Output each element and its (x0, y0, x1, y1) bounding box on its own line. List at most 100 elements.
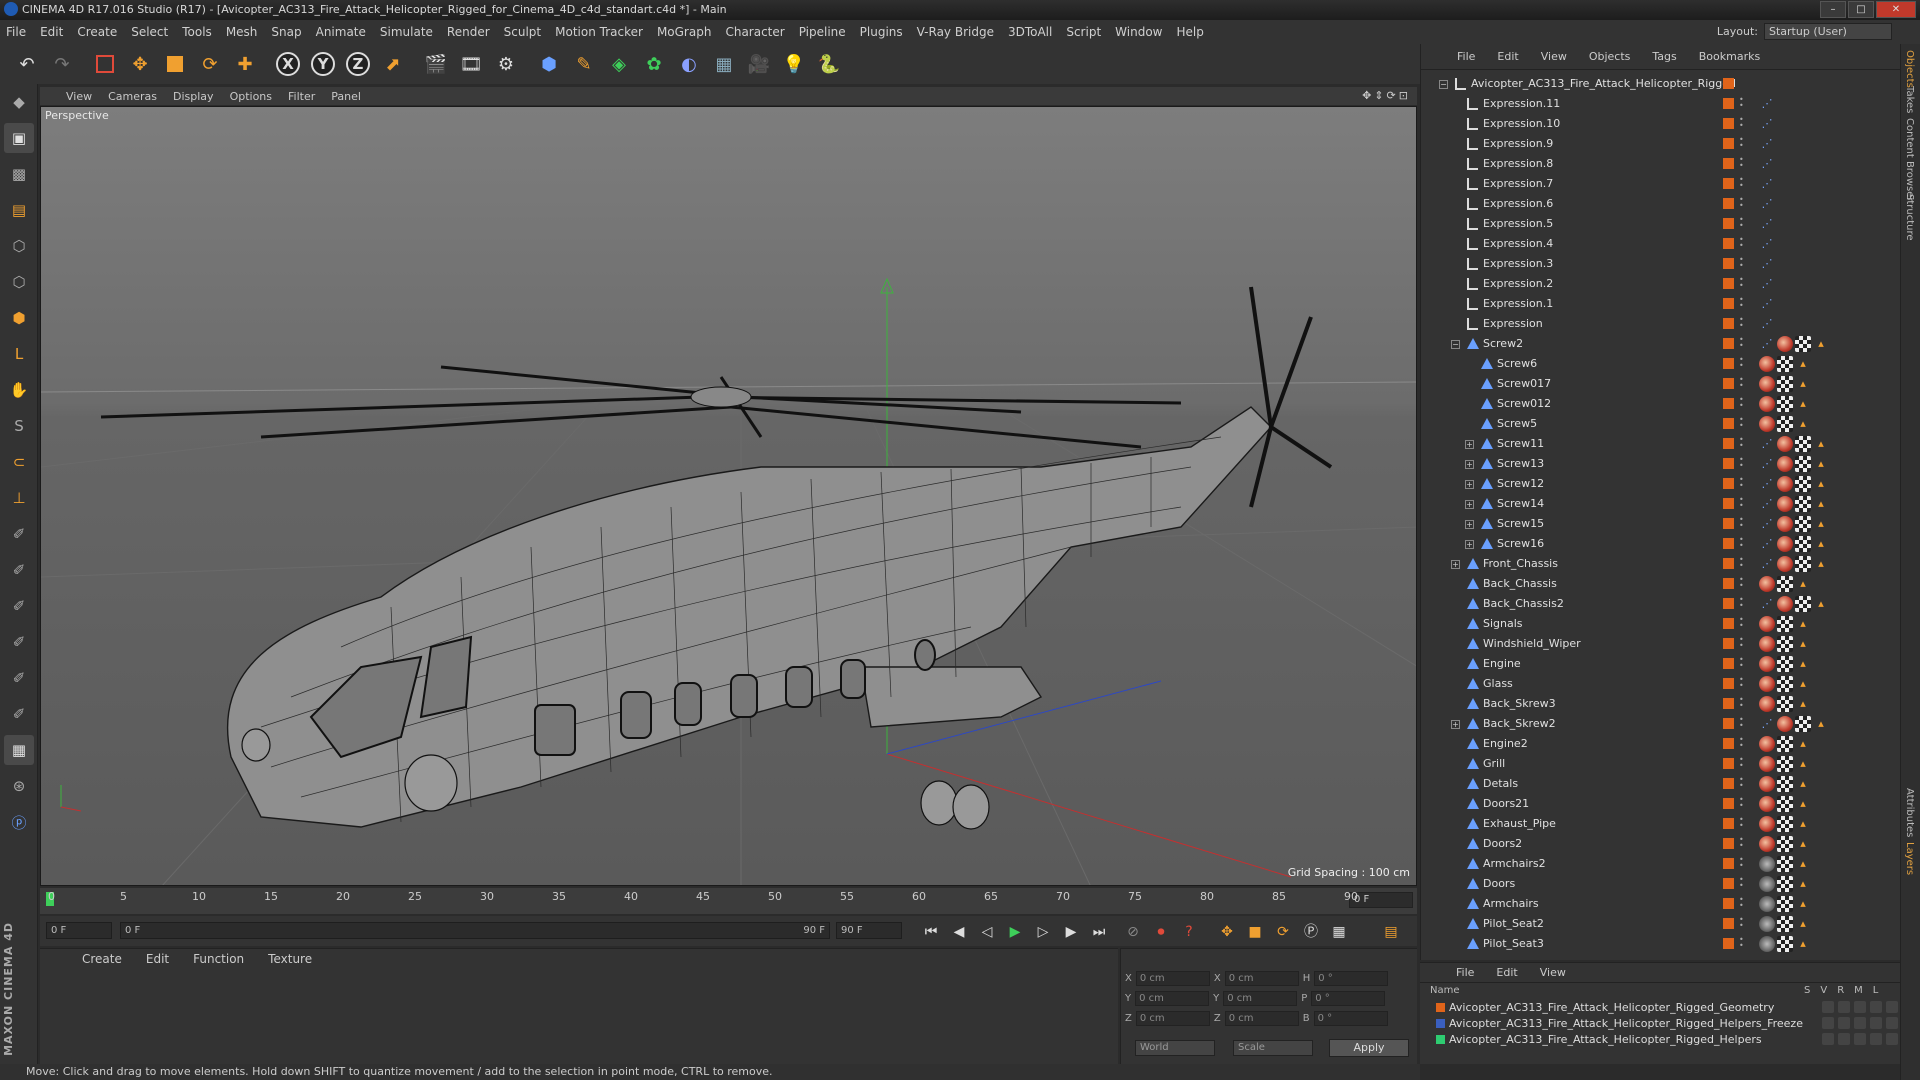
pos-z-field[interactable]: 0 cm (1135, 1010, 1210, 1026)
viewport-menu-options[interactable]: Options (230, 90, 272, 103)
object-row[interactable]: Screw5 • • ▴ (1421, 414, 1891, 434)
visibility-dots-icon[interactable]: • • (1739, 356, 1744, 370)
menu-script[interactable]: Script (1066, 25, 1101, 39)
material-tag-icon[interactable] (1777, 516, 1793, 532)
material-menu-texture[interactable]: Texture (268, 952, 312, 966)
object-row[interactable]: Screw012 • • ▴ (1421, 394, 1891, 414)
visibility-dots-icon[interactable]: • • (1739, 596, 1744, 610)
material-menu-function[interactable]: Function (193, 952, 244, 966)
object-row[interactable]: Doors • • ▴ (1421, 874, 1891, 894)
apply-button[interactable]: Apply (1329, 1039, 1409, 1057)
layer-flag-toggle[interactable] (1886, 1001, 1898, 1013)
key-pla-icon[interactable]: ▦ (1328, 922, 1350, 942)
selection-tag-icon[interactable]: ▴ (1795, 356, 1811, 372)
layer-flag-toggle[interactable] (1854, 1017, 1866, 1029)
axis-mode-icon[interactable]: L (4, 339, 34, 369)
menu-select[interactable]: Select (131, 25, 168, 39)
visibility-dots-icon[interactable]: • • (1739, 736, 1744, 750)
layer-row[interactable]: Avicopter_AC313_Fire_Attack_Helicopter_R… (1436, 1033, 1898, 1047)
material-menu-create[interactable]: Create (82, 952, 122, 966)
texture-tag-icon[interactable] (1777, 376, 1793, 392)
record-keys-icon[interactable]: ⊘ (1122, 922, 1144, 942)
sculpt-brush-icon[interactable]: ✐ (4, 519, 34, 549)
menu-v-ray-bridge[interactable]: V-Ray Bridge (917, 25, 994, 39)
objects-menu-edit[interactable]: Edit (1497, 50, 1518, 63)
texture-tag-icon[interactable] (1777, 676, 1793, 692)
xpresso-tag-icon[interactable]: ⋰ (1759, 236, 1775, 252)
visibility-dots-icon[interactable]: • • (1739, 656, 1744, 670)
side-tab-objects[interactable]: Objects (1904, 50, 1915, 88)
menu-character[interactable]: Character (725, 25, 784, 39)
material-tag-icon[interactable] (1759, 836, 1775, 852)
material-tag-icon[interactable] (1777, 596, 1793, 612)
expand-toggle-icon[interactable]: + (1451, 720, 1460, 729)
texture-tag-icon[interactable] (1795, 456, 1811, 472)
xpresso-tag-icon[interactable]: ⋰ (1759, 136, 1775, 152)
layer-flag-toggle[interactable] (1870, 1017, 1882, 1029)
texture-tag-icon[interactable] (1777, 796, 1793, 812)
object-row[interactable]: Screw017 • • ▴ (1421, 374, 1891, 394)
selection-tag-icon[interactable]: ▴ (1795, 636, 1811, 652)
visibility-dots-icon[interactable]: • • (1739, 916, 1744, 930)
object-row[interactable]: Expression.3 • • ⋰ (1421, 254, 1891, 274)
expand-toggle-icon[interactable]: + (1465, 480, 1474, 489)
selection-tag-icon[interactable]: ▴ (1813, 556, 1829, 572)
object-row[interactable]: + Screw12 • • ⋰ ▴ (1421, 474, 1891, 494)
selection-tag-icon[interactable]: ▴ (1795, 816, 1811, 832)
material-tag-icon[interactable] (1759, 816, 1775, 832)
texture-tag-icon[interactable] (1777, 776, 1793, 792)
magnet-icon[interactable]: ⊂ (4, 447, 34, 477)
selection-tag-icon[interactable]: ▴ (1813, 596, 1829, 612)
tweak-mode-icon[interactable]: ✋ (4, 375, 34, 405)
render-settings-icon[interactable]: ⚙ (491, 49, 521, 79)
visibility-dots-icon[interactable]: • • (1739, 136, 1744, 150)
texture-tag-icon[interactable] (1777, 816, 1793, 832)
object-row[interactable]: + Front_Chassis • • ⋰ ▴ (1421, 554, 1891, 574)
visibility-dots-icon[interactable]: • • (1739, 796, 1744, 810)
xpresso-tag-icon[interactable]: ⋰ (1759, 596, 1775, 612)
side-tab-attributes[interactable]: Attributes (1904, 788, 1915, 837)
texture-tag-icon[interactable] (1795, 716, 1811, 732)
layout-dropdown[interactable]: Startup (User) (1764, 23, 1892, 40)
material-tag-icon[interactable] (1759, 776, 1775, 792)
material-tag-icon[interactable] (1759, 636, 1775, 652)
material-tag-icon[interactable] (1777, 496, 1793, 512)
python-icon[interactable]: 🐍 (814, 49, 844, 79)
minimize-button[interactable]: – (1820, 1, 1846, 18)
expand-toggle-icon[interactable]: + (1465, 520, 1474, 529)
texture-tag-icon[interactable] (1777, 396, 1793, 412)
sculpt-smooth-icon[interactable]: ✐ (4, 591, 34, 621)
menu-render[interactable]: Render (447, 25, 490, 39)
visibility-dots-icon[interactable]: • • (1739, 576, 1744, 590)
xpresso-tag-icon[interactable]: ⋰ (1759, 496, 1775, 512)
texture-tag-icon[interactable] (1777, 876, 1793, 892)
material-tag-icon[interactable] (1759, 616, 1775, 632)
selection-tag-icon[interactable]: ▴ (1795, 396, 1811, 412)
points-mode-icon[interactable]: ⬡ (4, 231, 34, 261)
object-row[interactable]: Detals • • ▴ (1421, 774, 1891, 794)
selection-tag-icon[interactable]: ▴ (1795, 756, 1811, 772)
object-row[interactable]: Back_Chassis2 • • ⋰ ▴ (1421, 594, 1891, 614)
object-row[interactable]: Back_Chassis • • ▴ (1421, 574, 1891, 594)
visibility-dots-icon[interactable]: • • (1739, 416, 1744, 430)
goto-end-icon[interactable]: ⏭ (1088, 922, 1110, 942)
material-tag-icon[interactable] (1759, 696, 1775, 712)
menu-help[interactable]: Help (1176, 25, 1203, 39)
keyframe-selection-icon[interactable]: ? (1178, 922, 1200, 942)
phong-tag-icon[interactable] (1759, 896, 1775, 912)
selection-tag-icon[interactable]: ▴ (1795, 876, 1811, 892)
perspective-viewport[interactable]: Perspective Grid Spacing: 100 cm (40, 106, 1417, 886)
close-button[interactable]: ✕ (1876, 1, 1916, 18)
object-row[interactable]: Expression • • ⋰ (1421, 314, 1891, 334)
material-tag-icon[interactable] (1759, 416, 1775, 432)
selection-tag-icon[interactable]: ▴ (1813, 496, 1829, 512)
visibility-dots-icon[interactable]: • • (1739, 236, 1744, 250)
xpresso-tag-icon[interactable]: ⋰ (1759, 296, 1775, 312)
layers-menu-file[interactable]: File (1456, 966, 1474, 979)
render-view-icon[interactable]: 🎬 (421, 49, 451, 79)
object-row[interactable]: Engine2 • • ▴ (1421, 734, 1891, 754)
object-row[interactable]: Pilot_Seat2 • • ▴ (1421, 914, 1891, 934)
layer-flag-toggle[interactable] (1822, 1001, 1834, 1013)
visibility-dots-icon[interactable]: • • (1739, 276, 1744, 290)
snap-icon[interactable]: S (4, 411, 34, 441)
